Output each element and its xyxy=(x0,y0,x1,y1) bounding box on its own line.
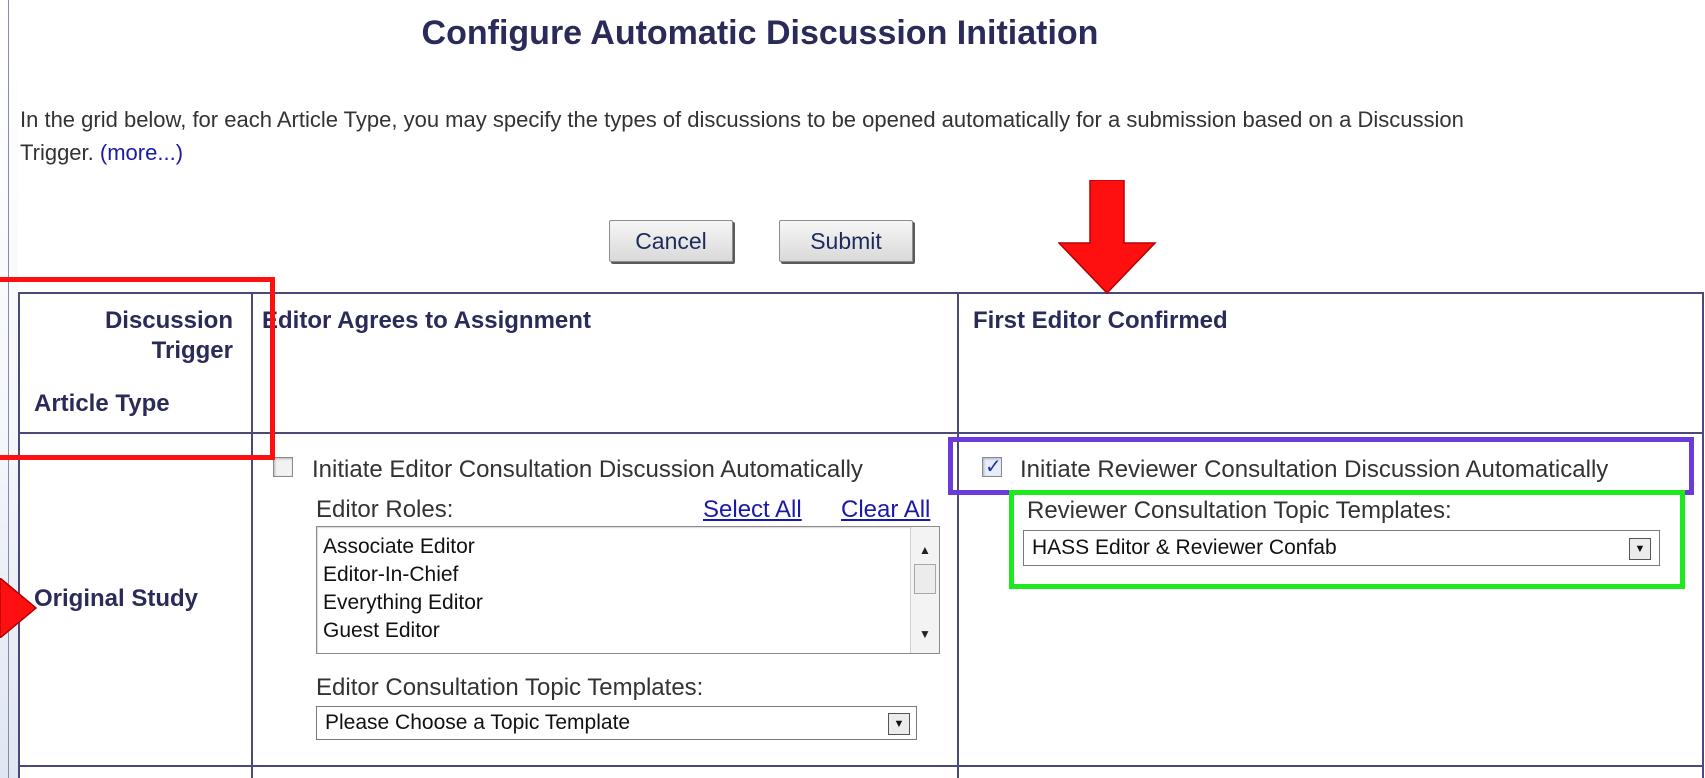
editor-topic-template-select[interactable]: Please Choose a Topic Template ▼ xyxy=(316,706,917,740)
annotation-green-box xyxy=(1009,490,1685,589)
scroll-thumb[interactable] xyxy=(914,564,936,594)
cancel-button[interactable]: Cancel xyxy=(609,220,733,262)
article-type-original-study: Original Study xyxy=(34,585,199,612)
annotation-red-box xyxy=(0,277,275,460)
editor-topic-template-value: Please Choose a Topic Template xyxy=(325,711,631,734)
role-option[interactable]: Editor-In-Chief xyxy=(317,561,907,589)
role-option[interactable]: Associate Editor xyxy=(317,533,907,561)
editor-roles-label: Editor Roles: xyxy=(316,496,454,523)
scroll-down-arrow-icon[interactable]: ▼ xyxy=(911,627,939,641)
dropdown-arrow-icon[interactable]: ▼ xyxy=(888,713,910,735)
editor-topic-templates-label: Editor Consultation Topic Templates: xyxy=(316,674,704,701)
header-first-editor-confirmed: First Editor Confirmed xyxy=(973,307,1228,334)
editor-roles-listbox[interactable]: Associate Editor Editor-In-Chief Everythin… xyxy=(316,526,940,654)
role-option[interactable]: Everything Editor xyxy=(317,589,907,617)
submit-button[interactable]: Submit xyxy=(779,220,913,262)
annotation-purple-box xyxy=(948,437,1694,495)
select-all-link[interactable]: Select All xyxy=(703,496,802,524)
header-editor-agrees: Editor Agrees to Assignment xyxy=(262,307,591,334)
more-link[interactable]: (more...) xyxy=(100,140,183,165)
editor-roles-list: Associate Editor Editor-In-Chief Everythin… xyxy=(317,533,907,645)
intro-text: In the grid below, for each Article Type… xyxy=(20,107,1464,165)
page-title: Configure Automatic Discussion Initiatio… xyxy=(421,14,1099,52)
grid-row-divider xyxy=(18,765,1704,767)
grid-right-border xyxy=(1702,292,1704,778)
scroll-up-arrow-icon[interactable]: ▲ xyxy=(911,543,939,557)
intro-paragraph: In the grid below, for each Article Type… xyxy=(20,103,1520,169)
annotation-down-arrow xyxy=(1058,180,1157,295)
editor-consultation-checkbox[interactable] xyxy=(273,457,293,477)
roles-scrollbar[interactable]: ▲ ▼ xyxy=(910,527,939,653)
clear-all-link[interactable]: Clear All xyxy=(841,496,930,524)
role-option[interactable]: Guest Editor xyxy=(317,617,907,645)
editor-consultation-label: Initiate Editor Consultation Discussion … xyxy=(312,456,863,483)
annotation-right-arrow xyxy=(0,578,38,638)
grid-col-divider-2 xyxy=(957,292,959,778)
